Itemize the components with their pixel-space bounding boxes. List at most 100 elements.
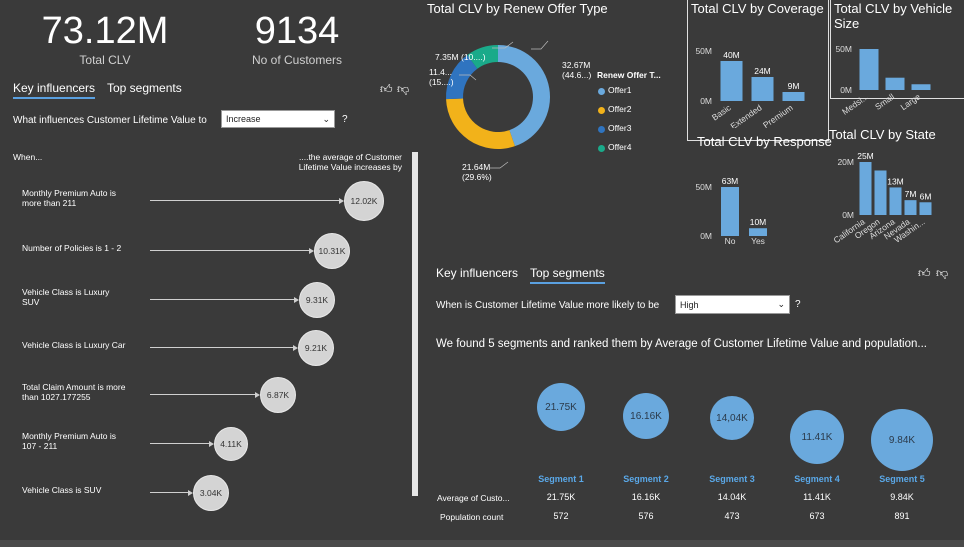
total-clv-label: Total CLV xyxy=(79,53,131,67)
segment-bubble[interactable]: 16.16K xyxy=(623,393,669,439)
donut-slice-offer1[interactable] xyxy=(498,45,550,147)
dropdown-value: High xyxy=(680,299,699,310)
segment-name[interactable]: Segment 3 xyxy=(692,474,772,484)
help-icon[interactable]: ? xyxy=(342,114,348,125)
bar-medsi[interactable] xyxy=(859,49,879,90)
bar-nevada[interactable] xyxy=(904,200,917,215)
influencer-bubble[interactable]: 10.31K xyxy=(314,233,350,269)
segment-bubble[interactable]: 11.41K xyxy=(790,410,844,464)
influencer-label: Number of Policies is 1 - 2 xyxy=(22,243,147,253)
state-title: Total CLV by State xyxy=(829,127,936,142)
segment-name[interactable]: Segment 5 xyxy=(862,474,942,484)
segment-bubble[interactable]: 9.84K xyxy=(871,409,933,471)
influencer-bubble[interactable]: 9.31K xyxy=(299,282,335,318)
influencer-label: Vehicle Class is Luxury SUV xyxy=(22,287,147,307)
segment-bubble[interactable]: 21.75K xyxy=(537,383,585,431)
influencer-label-line1: Total Claim Amount is more xyxy=(22,382,126,392)
when-header: When... xyxy=(13,152,43,162)
tab-top-segments[interactable]: Top segments xyxy=(107,81,182,95)
thumbs-up-icon[interactable]: 👍︎ xyxy=(918,266,931,281)
y-tick-label: 0M xyxy=(842,210,854,220)
donut-label-offer3: 11.4... (15....) xyxy=(429,67,454,87)
segment-name[interactable]: Segment 1 xyxy=(521,474,601,484)
page-bottom-bar xyxy=(0,540,964,547)
bar-basic[interactable] xyxy=(720,61,743,101)
donut-label-offer2: 21.64M (29.6%) xyxy=(462,162,492,182)
tab-key-influencers[interactable]: Key influencers xyxy=(13,81,96,99)
influencer-bubble[interactable]: 9.21K xyxy=(298,330,334,366)
y-tick-label: 50M xyxy=(835,44,852,54)
influence-direction-dropdown[interactable]: Increase ⌄ xyxy=(221,110,335,128)
bar-yes[interactable] xyxy=(749,228,767,236)
tab-top-segments-right[interactable]: Top segments xyxy=(530,266,605,284)
thumbs-up-icon[interactable]: 👍︎ xyxy=(380,82,393,97)
donut-label-offer2-value: 21.64M xyxy=(462,162,491,172)
legend-dot-icon xyxy=(598,145,605,152)
bar-large[interactable] xyxy=(911,84,931,90)
legend-title: Renew Offer T... xyxy=(597,70,661,80)
segment-avg: 16.16K xyxy=(631,492,661,502)
tab-key-influencers-right[interactable]: Key influencers xyxy=(436,266,518,280)
bar-data-label: 13M xyxy=(887,176,904,186)
bar-premium[interactable] xyxy=(782,92,805,101)
influencer-scrollbar[interactable] xyxy=(412,152,418,496)
x-category-label: Small xyxy=(873,91,896,111)
bar-data-label: 63M xyxy=(722,176,739,186)
chevron-down-icon: ⌄ xyxy=(777,299,785,309)
bar-arizona[interactable] xyxy=(889,187,902,215)
legend-item[interactable]: Offer4 xyxy=(608,142,631,152)
bar-oregon[interactable] xyxy=(874,170,887,215)
donut-label-offer1-value: 32.67M xyxy=(562,60,591,70)
influencer-bubble[interactable]: 3.04K xyxy=(193,475,229,511)
segment-population: 891 xyxy=(894,511,910,521)
influencer-bubble[interactable]: 6.87K xyxy=(260,377,296,413)
influencer-bubble[interactable]: 12.02K xyxy=(344,181,384,221)
influencer-label-line1: Vehicle Class is Luxury Car xyxy=(22,340,126,350)
influencer-label-line2: SUV xyxy=(22,297,40,307)
influencer-label-line1: Vehicle Class is SUV xyxy=(22,485,102,495)
segment-name[interactable]: Segment 2 xyxy=(606,474,686,484)
coverage-title: Total CLV by Coverage xyxy=(691,1,824,16)
influencer-bubble[interactable]: 4.11K xyxy=(214,427,248,461)
bar-small[interactable] xyxy=(885,77,905,90)
segment-population: 572 xyxy=(553,511,569,521)
response-chart: 50M 0M 63M No 10M Yes xyxy=(695,176,767,246)
bar-washin[interactable] xyxy=(919,202,932,215)
y-tick-label: 50M xyxy=(695,46,712,56)
segment-avg: 9.84K xyxy=(890,492,914,502)
legend-dot-icon xyxy=(598,126,605,133)
influencer-label-line1: Vehicle Class is Luxury xyxy=(22,287,110,297)
legend-item[interactable]: Offer2 xyxy=(608,104,631,114)
thumbs-down-icon[interactable]: 👎︎ xyxy=(936,266,948,281)
leader-offer1 xyxy=(531,40,549,50)
dropdown-value: Increase xyxy=(226,114,261,124)
segment-target-dropdown[interactable]: High ⌄ xyxy=(675,295,790,314)
influencer-arrow xyxy=(150,443,209,444)
donut-label-offer2-pct: (29.6%) xyxy=(462,172,492,182)
influencer-arrow xyxy=(150,492,188,493)
donut-slice-offer2[interactable] xyxy=(446,98,515,149)
pop-row-label: Population count xyxy=(440,512,504,522)
legend-item[interactable]: Offer1 xyxy=(608,85,631,95)
x-category-label: Extended xyxy=(728,102,763,128)
total-clv-value: 73.12M xyxy=(41,10,169,52)
segments-summary: We found 5 segments and ranked them by A… xyxy=(436,338,927,350)
segment-name[interactable]: Segment 4 xyxy=(777,474,857,484)
help-icon[interactable]: ? xyxy=(795,299,801,310)
segment-bubble[interactable]: 14,04K xyxy=(710,396,754,440)
x-category-label: Yes xyxy=(751,236,765,246)
influencer-label: Vehicle Class is Luxury Car xyxy=(22,340,147,350)
bar-no[interactable] xyxy=(721,187,739,236)
influencer-arrow xyxy=(150,299,294,300)
segment-population: 673 xyxy=(809,511,825,521)
thumbs-down-icon[interactable]: 👎︎ xyxy=(397,82,409,97)
influencer-label: Monthly Premium Auto is more than 211 xyxy=(22,188,147,208)
influencer-label-line2: 107 - 211 xyxy=(22,441,58,451)
bar-data-label: 7M xyxy=(905,189,917,199)
segment-avg: 14.04K xyxy=(717,492,747,502)
legend-item[interactable]: Offer3 xyxy=(608,123,631,133)
bar-california[interactable] xyxy=(859,162,872,215)
bar-data-label: 24M xyxy=(754,66,771,76)
leader-offer2 xyxy=(490,161,509,169)
bar-extended[interactable] xyxy=(751,77,774,101)
